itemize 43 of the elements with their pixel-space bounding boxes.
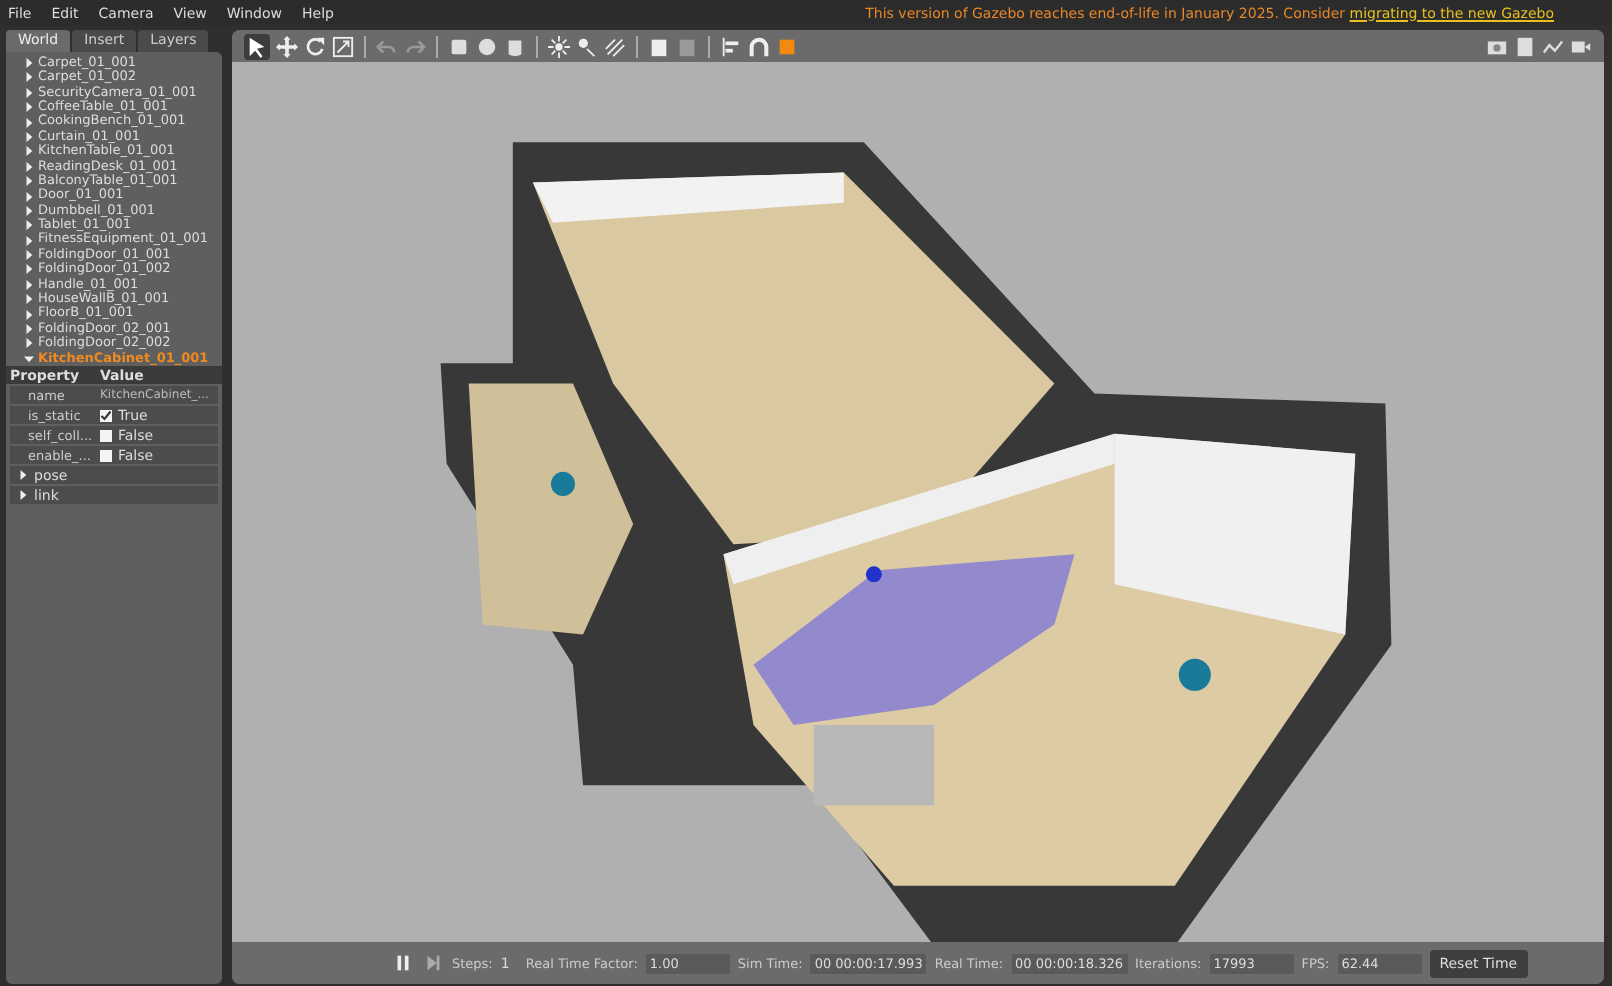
- expand-icon[interactable]: [24, 191, 34, 201]
- checkbox[interactable]: [100, 409, 112, 421]
- expand-icon[interactable]: [24, 161, 34, 172]
- checkbox[interactable]: [100, 449, 112, 461]
- align-icon[interactable]: [720, 35, 742, 57]
- expand-icon[interactable]: [24, 205, 34, 216]
- directional-light-icon[interactable]: [604, 35, 626, 57]
- expand-icon[interactable]: [24, 353, 34, 364]
- move-icon[interactable]: [276, 35, 298, 57]
- expand-icon[interactable]: [24, 146, 34, 157]
- expand-icon[interactable]: [24, 176, 34, 187]
- sphere-icon[interactable]: [476, 35, 498, 57]
- expand-icon[interactable]: [24, 87, 34, 98]
- expand-icon[interactable]: [24, 72, 34, 83]
- scale-icon[interactable]: [332, 35, 354, 57]
- checkbox[interactable]: [100, 429, 112, 441]
- spot-light-icon[interactable]: [576, 35, 598, 57]
- expand-icon[interactable]: [24, 264, 34, 275]
- log-icon[interactable]: [1514, 35, 1536, 57]
- color-swatch-icon[interactable]: [776, 35, 798, 57]
- expand-icon[interactable]: [24, 324, 34, 335]
- expand-icon[interactable]: [24, 102, 34, 113]
- expand-icon[interactable]: [18, 490, 28, 500]
- box-icon[interactable]: [448, 35, 470, 57]
- point-light-icon[interactable]: [548, 35, 570, 57]
- select-arrow-icon[interactable]: [244, 33, 270, 59]
- expand-icon[interactable]: [24, 309, 34, 320]
- rotate-icon[interactable]: [304, 35, 326, 57]
- expand-icon[interactable]: [24, 235, 34, 246]
- expand-icon[interactable]: [24, 338, 34, 349]
- expand-icon[interactable]: [24, 279, 34, 290]
- plot-icon[interactable]: [1542, 35, 1564, 57]
- expand-icon[interactable]: [24, 250, 34, 261]
- expand-icon[interactable]: [24, 117, 34, 128]
- cylinder-icon[interactable]: [504, 35, 526, 57]
- expand-icon[interactable]: [24, 57, 34, 68]
- copy-icon[interactable]: [648, 35, 670, 57]
- pause-icon[interactable]: [392, 952, 414, 974]
- expand-icon[interactable]: [18, 470, 28, 480]
- expand-icon[interactable]: [24, 220, 34, 231]
- magnet-icon[interactable]: [748, 35, 770, 57]
- expand-icon[interactable]: [24, 294, 34, 305]
- expand-icon[interactable]: [24, 131, 34, 142]
